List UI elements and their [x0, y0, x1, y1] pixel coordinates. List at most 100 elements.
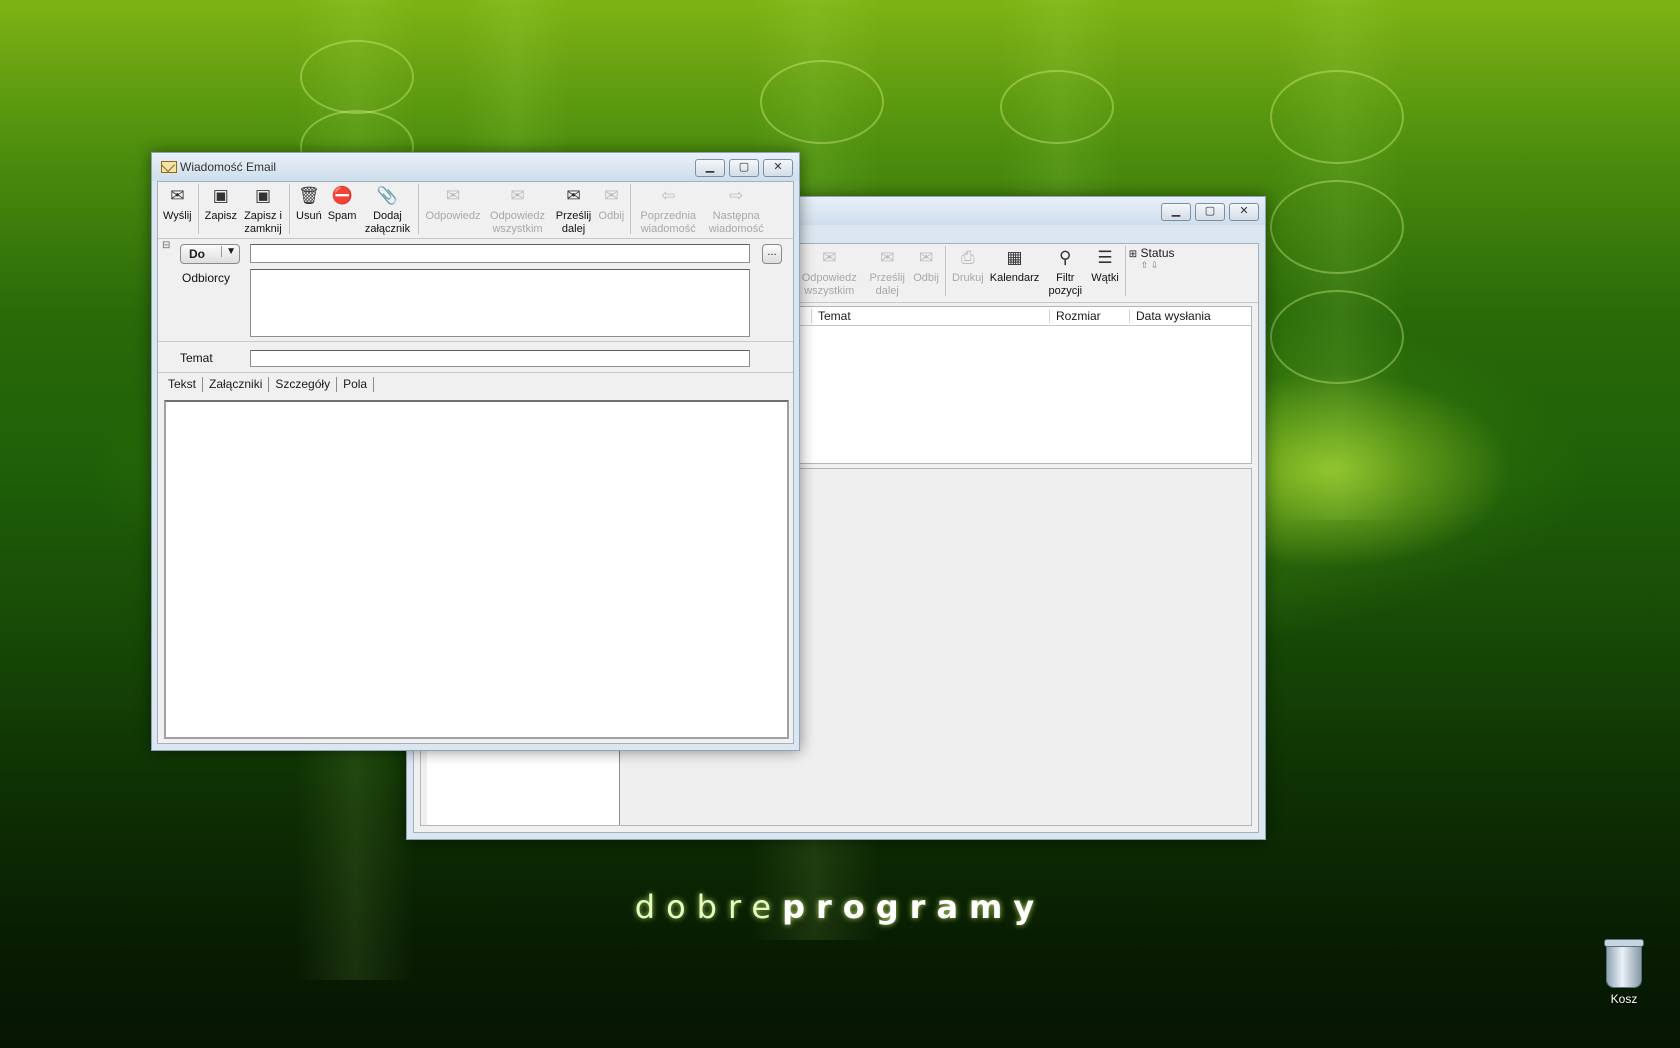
reply-all-button[interactable]: ✉ Odpowiedz wszystkim: [484, 182, 552, 236]
floppy-icon: ▣: [212, 186, 229, 205]
attachment-icon: 📎: [376, 186, 399, 205]
reply-all-icon: ✉: [822, 248, 837, 267]
compose-titlebar[interactable]: Wiadomość Email ▁ ▢ ✕: [152, 153, 799, 181]
reply-all-icon: ✉: [510, 186, 525, 205]
next-message-label: Następna wiadomość: [708, 210, 764, 235]
forward-icon: ✉: [880, 248, 895, 267]
recycle-bin-label: Kosz: [1610, 992, 1638, 1006]
forward-button[interactable]: ✉ Prześlij dalej: [864, 244, 910, 298]
compose-window[interactable]: Wiadomość Email ▁ ▢ ✕ ✉ Wyślij ▣ Zapisz ▣ Z…: [151, 152, 800, 751]
addressing-area: ⊟ Do ▼ ... Odbiorcy: [158, 239, 793, 342]
column-rozmiar[interactable]: Rozmiar: [1049, 309, 1128, 323]
forward-label: Prześlij dalej: [555, 210, 592, 235]
bounce-button-label: Odbij: [913, 272, 939, 284]
add-attachment-button[interactable]: 📎 Dodaj załącznik: [359, 182, 415, 236]
calendar-icon: ▦: [1006, 248, 1023, 267]
reply-all-label: Odpowiedz wszystkim: [489, 210, 546, 235]
toolbar-separator: [418, 184, 420, 234]
add-attachment-label: Dodaj załącznik: [364, 210, 411, 235]
subject-label: Temat: [180, 351, 213, 365]
message-body-editor[interactable]: [164, 400, 789, 739]
chevron-down-icon: ▼: [221, 246, 236, 257]
recipient-type-value: Do: [189, 247, 205, 261]
previous-message-button[interactable]: ⇦ Poprzednia wiadomość: [634, 182, 702, 236]
toolbar-separator: [630, 184, 632, 234]
tab-zalaczniki[interactable]: Załączniki: [203, 377, 270, 392]
next-message-button[interactable]: ⇨ Następna wiadomość: [702, 182, 770, 236]
previous-arrow-icon: ⇦: [661, 186, 676, 205]
send-icon: ✉: [170, 186, 185, 205]
threads-button-label: Wątki: [1091, 272, 1119, 284]
subject-input[interactable]: [250, 350, 750, 367]
reply-icon: ✉: [445, 186, 461, 205]
toolbar-separator: [289, 184, 291, 234]
sort-arrows-icon[interactable]: ⇧ ⇩: [1129, 260, 1185, 271]
browse-recipients-button[interactable]: ...: [762, 244, 782, 264]
status-label: Status: [1140, 246, 1175, 260]
save-close-label: Zapisz i zamknij: [244, 210, 282, 235]
reply-label: Odpowiedz: [425, 210, 481, 222]
spam-label: Spam: [327, 210, 357, 222]
print-button[interactable]: ⎙ Drukuj: [949, 244, 987, 285]
spam-button[interactable]: ⛔ Spam: [325, 182, 360, 223]
compose-toolbar: ✉ Wyślij ▣ Zapisz ▣ Zapisz i zamknij 🗑 Usuń …: [158, 182, 793, 239]
tab-szczegoly[interactable]: Szczegóły: [269, 377, 338, 392]
bounce-button[interactable]: ✉ Odbij: [596, 182, 628, 223]
toolbar-separator: [944, 246, 946, 296]
send-label: Wyślij: [163, 210, 192, 222]
expand-icon[interactable]: ⊞: [1129, 249, 1137, 260]
recipients-box[interactable]: [250, 269, 750, 337]
minimize-button[interactable]: ▁: [1161, 203, 1191, 221]
recycle-bin[interactable]: Kosz: [1604, 939, 1644, 1006]
calendar-button[interactable]: ▦ Kalendarz: [987, 244, 1043, 285]
reply-button[interactable]: ✉ Odpowiedz: [422, 182, 483, 223]
reply-all-button-label: Odpowiedz wszystkim: [801, 272, 857, 297]
delete-label: Usuń: [296, 210, 322, 222]
bounce-label: Odbij: [598, 210, 625, 222]
recipient-type-select[interactable]: Do ▼: [180, 244, 240, 264]
previous-message-label: Poprzednia wiadomość: [640, 210, 697, 235]
recycle-bin-icon: [1604, 939, 1644, 988]
envelope-icon: [161, 161, 177, 173]
column-temat[interactable]: Temat: [811, 309, 1048, 323]
window-title: Wiadomość Email: [180, 160, 277, 174]
divider: [158, 372, 793, 373]
reply-all-button[interactable]: ✉ Odpowiedz wszystkim: [794, 244, 864, 298]
forward-button[interactable]: ✉ Prześlij dalej: [552, 182, 596, 236]
bounce-icon: ✉: [604, 186, 619, 205]
print-icon: ⎙: [961, 248, 975, 267]
filter-button[interactable]: ⚲ Filtr pozycji: [1042, 244, 1088, 298]
save-close-icon: ▣: [255, 186, 272, 205]
spam-icon: ⛔: [331, 186, 353, 205]
threads-icon: ☰: [1097, 248, 1113, 267]
threads-button[interactable]: ☰ Wątki: [1088, 244, 1122, 285]
delete-button[interactable]: 🗑 Usuń: [293, 182, 325, 223]
magnifier-icon: ⚲: [1059, 248, 1072, 267]
to-input[interactable]: [250, 244, 750, 263]
save-close-button[interactable]: ▣ Zapisz i zamknij: [240, 182, 286, 236]
minimize-button[interactable]: ▁: [695, 159, 725, 177]
close-button[interactable]: ✕: [1229, 203, 1259, 221]
send-button[interactable]: ✉ Wyślij: [160, 182, 195, 223]
filter-button-label: Filtr pozycji: [1048, 272, 1083, 297]
desktop-brand-logo: dobreprogramy: [634, 888, 1046, 926]
status-group: ⊞ Status ⇧ ⇩: [1129, 244, 1185, 271]
close-button[interactable]: ✕: [763, 159, 793, 177]
forward-icon: ✉: [566, 186, 581, 205]
tab-tekst[interactable]: Tekst: [162, 377, 204, 392]
calendar-button-label: Kalendarz: [989, 272, 1040, 284]
save-label: Zapisz: [204, 210, 238, 222]
collapse-icon[interactable]: ⊟: [162, 240, 170, 251]
compose-tabs: Tekst Załączniki Szczegóły Pola: [162, 377, 375, 392]
maximize-button[interactable]: ▢: [729, 159, 759, 177]
maximize-button[interactable]: ▢: [1195, 203, 1225, 221]
next-arrow-icon: ⇨: [729, 186, 744, 205]
toolbar-separator: [1124, 246, 1126, 296]
tab-pola[interactable]: Pola: [337, 377, 375, 392]
print-button-label: Drukuj: [951, 272, 984, 284]
bounce-button[interactable]: ✉ Odbij: [910, 244, 942, 285]
column-data-wyslania[interactable]: Data wysłania: [1129, 309, 1236, 323]
save-button[interactable]: ▣ Zapisz: [202, 182, 240, 223]
bounce-icon: ✉: [918, 248, 934, 267]
toolbar-separator: [197, 184, 199, 234]
